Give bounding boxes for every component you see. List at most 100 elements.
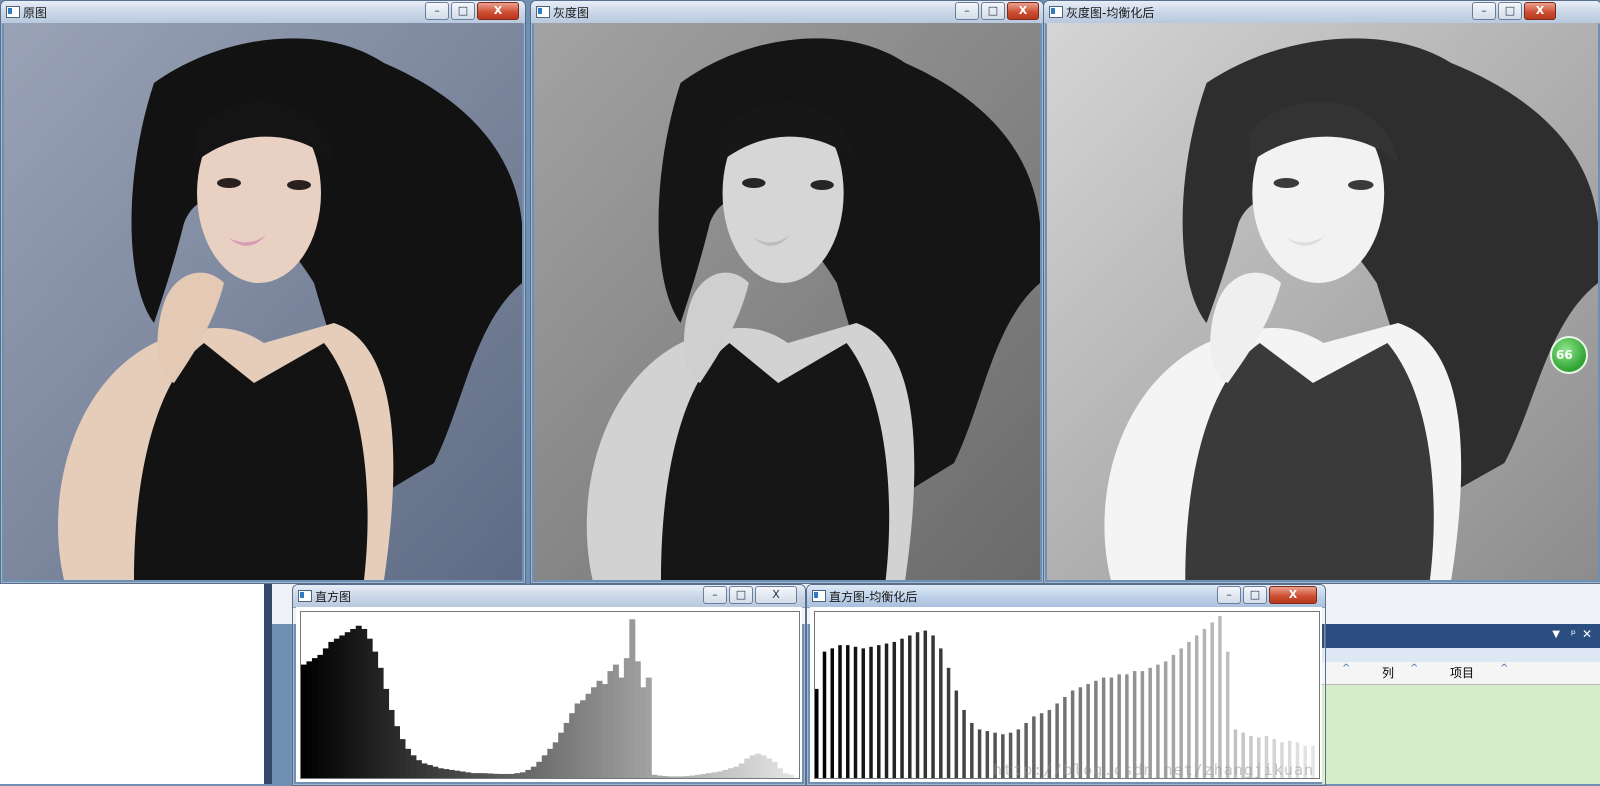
histogram-bar (1218, 616, 1222, 778)
original-image-window[interactable]: 原图 – □ X (0, 0, 526, 584)
histogram-bar (404, 748, 411, 778)
titlebar[interactable]: 灰度图 – □ X (531, 1, 1043, 24)
window-title: 直方图 (315, 590, 352, 604)
window-app-icon (1049, 6, 1063, 18)
histogram-bar (727, 768, 734, 778)
histogram-bar (344, 632, 351, 778)
equalized-image-window[interactable]: 灰度图-均衡化后 – □ X (1043, 0, 1600, 584)
maximize-button[interactable]: □ (981, 2, 1005, 20)
window-title: 灰度图 (553, 6, 590, 20)
histogram-bar (705, 773, 712, 778)
histogram-bar (426, 765, 433, 778)
histogram-bar (954, 690, 959, 778)
histogram-bar (361, 628, 368, 778)
histogram-equalized-window[interactable]: 直方图-均衡化后 – □ X http://blog.csdn.net/zhan… (806, 584, 1326, 786)
histogram-bar (618, 677, 625, 778)
histogram-bar (306, 661, 313, 778)
maximize-button[interactable]: □ (729, 586, 753, 604)
minimize-button[interactable]: – (425, 2, 449, 20)
maximize-button[interactable]: □ (451, 2, 475, 20)
histogram-bar (755, 753, 762, 778)
histogram-bar (569, 713, 576, 778)
histogram-bar (580, 700, 587, 778)
grayscale-photo (534, 23, 1040, 580)
notification-badge[interactable]: 66 (1550, 336, 1588, 374)
histogram-bar (607, 671, 614, 778)
histogram-bar (1179, 648, 1183, 778)
histogram-bar (656, 775, 663, 778)
minimize-button[interactable]: – (703, 586, 727, 604)
histogram-bar (519, 772, 526, 778)
histogram-bar (673, 776, 680, 778)
close-icon[interactable]: ✕ (1582, 627, 1592, 641)
histogram-bar (749, 755, 756, 778)
histogram-bar (684, 776, 691, 778)
histogram-window[interactable]: 直方图 – □ X (292, 584, 806, 786)
minimize-button[interactable]: – (1217, 586, 1241, 604)
histogram-bar (771, 761, 778, 778)
window-app-icon (812, 590, 826, 602)
histogram-bar (459, 771, 466, 778)
histogram-bar (634, 661, 641, 778)
minimize-button[interactable]: – (1472, 2, 1496, 20)
histogram-bar (678, 776, 685, 778)
histogram-bar (853, 646, 858, 778)
image-canvas (1047, 23, 1598, 580)
gray-image-window[interactable]: 灰度图 – □ X (530, 0, 1044, 584)
histogram-bar (525, 769, 532, 778)
histogram-bar (1194, 635, 1199, 778)
pin-icon[interactable]: ᵖ (1571, 627, 1576, 641)
histogram-bar (629, 619, 636, 778)
histogram-bar (547, 748, 554, 778)
background-splitter (264, 584, 272, 784)
titlebar[interactable]: 灰度图-均衡化后 – □ X (1044, 1, 1600, 24)
histogram-bar (558, 732, 565, 778)
histogram-bar (333, 638, 340, 778)
window-app-icon (536, 6, 550, 18)
histogram-bar (1202, 628, 1207, 778)
column-header-item[interactable]: 项目 (1450, 664, 1474, 681)
histogram-bar (869, 646, 873, 778)
histogram-bar (1210, 622, 1214, 778)
histogram-bar (508, 773, 515, 778)
histogram-bar (481, 773, 488, 778)
close-button[interactable]: X (1269, 586, 1317, 604)
histogram-bar (760, 755, 767, 778)
titlebar[interactable]: 原图 – □ X (1, 1, 525, 24)
close-button[interactable]: X (477, 2, 519, 20)
histogram-bar (623, 658, 630, 778)
histogram-bar (877, 645, 881, 778)
histogram-bar (962, 709, 966, 778)
maximize-button[interactable]: □ (1498, 2, 1522, 20)
histogram-bar (514, 773, 521, 778)
histogram-bar (574, 703, 581, 778)
column-header-col[interactable]: 列 (1382, 664, 1394, 681)
histogram-bar (421, 763, 428, 778)
histogram-bar (1187, 641, 1191, 778)
close-button[interactable]: X (755, 586, 797, 604)
histogram-bar (591, 687, 598, 778)
histogram-bar (311, 658, 318, 778)
chevron-down-icon[interactable]: ▼ (1552, 629, 1560, 640)
maximize-button[interactable]: □ (1243, 586, 1267, 604)
sort-arrow-icon: ^ (1410, 663, 1419, 674)
background-editor-pane (0, 584, 264, 784)
histogram-equalized-chart (814, 611, 1320, 779)
histogram-bar (815, 688, 819, 778)
histogram-bar (470, 773, 477, 778)
minimize-button[interactable]: – (955, 2, 979, 20)
histogram-bar (601, 684, 608, 778)
titlebar[interactable]: 直方图-均衡化后 – □ X (807, 585, 1325, 608)
titlebar[interactable]: 直方图 – □ X (293, 585, 805, 608)
histogram-bar (536, 761, 543, 778)
histogram-bar (908, 635, 912, 778)
close-button[interactable]: X (1007, 2, 1039, 20)
histogram-bar (585, 693, 592, 778)
histogram-bar (738, 763, 745, 778)
histogram-bar (946, 667, 951, 778)
histogram-bar (822, 651, 827, 778)
window-app-icon (6, 6, 20, 18)
histogram-bar (492, 773, 499, 778)
close-button[interactable]: X (1524, 2, 1556, 20)
histogram-bar (977, 729, 982, 778)
